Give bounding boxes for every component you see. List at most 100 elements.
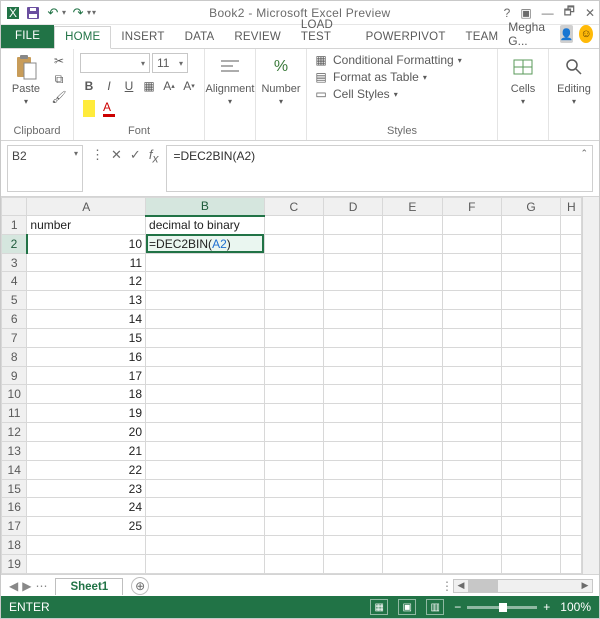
minimize-icon[interactable]: — <box>542 6 554 20</box>
row-header[interactable]: 2 <box>2 234 27 253</box>
sheet-nav-next-icon[interactable]: ▶ <box>22 579 31 593</box>
cell[interactable] <box>264 404 323 423</box>
cell[interactable] <box>27 536 146 555</box>
cell[interactable] <box>442 253 501 272</box>
cell[interactable] <box>264 441 323 460</box>
row-header[interactable]: 13 <box>2 441 27 460</box>
cell[interactable] <box>146 404 265 423</box>
cell[interactable] <box>561 272 582 291</box>
cell[interactable] <box>561 498 582 517</box>
cell[interactable] <box>323 385 382 404</box>
undo-menu-icon[interactable]: ▾ <box>62 8 66 17</box>
cell[interactable] <box>383 347 442 366</box>
cell[interactable] <box>501 404 560 423</box>
cell[interactable] <box>442 234 501 253</box>
cell[interactable]: 14 <box>27 310 146 329</box>
cell[interactable] <box>561 479 582 498</box>
cut-icon[interactable]: ✂ <box>51 53 67 69</box>
cell[interactable] <box>442 291 501 310</box>
bold-button[interactable]: B <box>80 77 98 95</box>
row-header[interactable]: 6 <box>2 310 27 329</box>
cell[interactable] <box>146 385 265 404</box>
cell[interactable] <box>501 366 560 385</box>
cells-button[interactable]: Cells ▾ <box>504 53 542 106</box>
col-header-f[interactable]: F <box>442 198 501 216</box>
cell[interactable] <box>501 216 560 235</box>
editing-button[interactable]: Editing ▾ <box>555 53 593 106</box>
cell[interactable] <box>501 253 560 272</box>
col-header-g[interactable]: G <box>501 198 560 216</box>
row-header[interactable]: 3 <box>2 253 27 272</box>
cell[interactable] <box>442 328 501 347</box>
formula-bar[interactable]: =DEC2BIN(A2) ⌃ <box>166 145 593 192</box>
cell[interactable]: 10 <box>27 234 146 253</box>
cell[interactable] <box>561 216 582 235</box>
cell[interactable] <box>146 347 265 366</box>
cell[interactable]: decimal to binary <box>146 216 265 235</box>
cell[interactable]: 15 <box>27 328 146 347</box>
cell[interactable] <box>146 253 265 272</box>
cell[interactable] <box>383 423 442 442</box>
cell[interactable] <box>146 498 265 517</box>
sheet-nav-prev-icon[interactable]: ◀ <box>9 579 18 593</box>
cell[interactable] <box>501 554 560 573</box>
cell[interactable] <box>442 310 501 329</box>
italic-button[interactable]: I <box>100 77 118 95</box>
insert-function-icon[interactable]: fx <box>149 147 159 166</box>
cell[interactable] <box>146 310 265 329</box>
row-header[interactable]: 16 <box>2 498 27 517</box>
horizontal-scrollbar[interactable]: ◀▶ <box>453 579 593 593</box>
zoom-out-icon[interactable]: − <box>454 600 461 614</box>
tab-data[interactable]: DATA <box>175 27 225 48</box>
cell[interactable] <box>442 347 501 366</box>
cell[interactable] <box>442 385 501 404</box>
zoom-slider[interactable]: − + <box>454 600 550 614</box>
cell[interactable] <box>383 554 442 573</box>
page-layout-view-button[interactable]: ▣ <box>398 599 416 615</box>
cell[interactable] <box>323 272 382 291</box>
col-header-h[interactable]: H <box>561 198 582 216</box>
cell[interactable] <box>501 272 560 291</box>
tab-insert[interactable]: INSERT <box>111 27 174 48</box>
cell[interactable]: 18 <box>27 385 146 404</box>
cell[interactable] <box>383 291 442 310</box>
cell[interactable] <box>442 554 501 573</box>
feedback-smiley-icon[interactable]: ☺ <box>579 25 593 43</box>
cell[interactable] <box>383 328 442 347</box>
vertical-scrollbar[interactable] <box>582 197 599 574</box>
cell[interactable] <box>442 441 501 460</box>
col-header-b[interactable]: B <box>146 198 265 216</box>
cell[interactable] <box>383 404 442 423</box>
row-header[interactable]: 15 <box>2 479 27 498</box>
tab-home[interactable]: HOME <box>54 26 111 49</box>
cell[interactable] <box>442 460 501 479</box>
cell[interactable]: 12 <box>27 272 146 291</box>
cell[interactable] <box>264 310 323 329</box>
cell[interactable]: 23 <box>27 479 146 498</box>
cell[interactable] <box>383 479 442 498</box>
cell[interactable] <box>501 498 560 517</box>
row-header[interactable]: 19 <box>2 554 27 573</box>
new-sheet-button[interactable]: ⊕ <box>131 577 149 595</box>
cell[interactable] <box>383 310 442 329</box>
cell[interactable] <box>264 253 323 272</box>
cell[interactable] <box>561 536 582 555</box>
cell[interactable] <box>383 385 442 404</box>
row-header[interactable]: 4 <box>2 272 27 291</box>
cell[interactable] <box>561 554 582 573</box>
cell[interactable] <box>501 517 560 536</box>
cell[interactable] <box>383 234 442 253</box>
cell[interactable] <box>442 423 501 442</box>
cell[interactable]: 25 <box>27 517 146 536</box>
cell[interactable] <box>561 366 582 385</box>
cell[interactable] <box>561 291 582 310</box>
cell[interactable] <box>264 517 323 536</box>
cell[interactable] <box>383 441 442 460</box>
normal-view-button[interactable]: ▦ <box>370 599 388 615</box>
cell[interactable] <box>323 498 382 517</box>
cell[interactable] <box>264 216 323 235</box>
cell[interactable] <box>323 347 382 366</box>
cell[interactable] <box>146 291 265 310</box>
avatar-icon[interactable]: 👤 <box>560 25 574 43</box>
enter-formula-icon[interactable]: ✓ <box>130 147 141 163</box>
